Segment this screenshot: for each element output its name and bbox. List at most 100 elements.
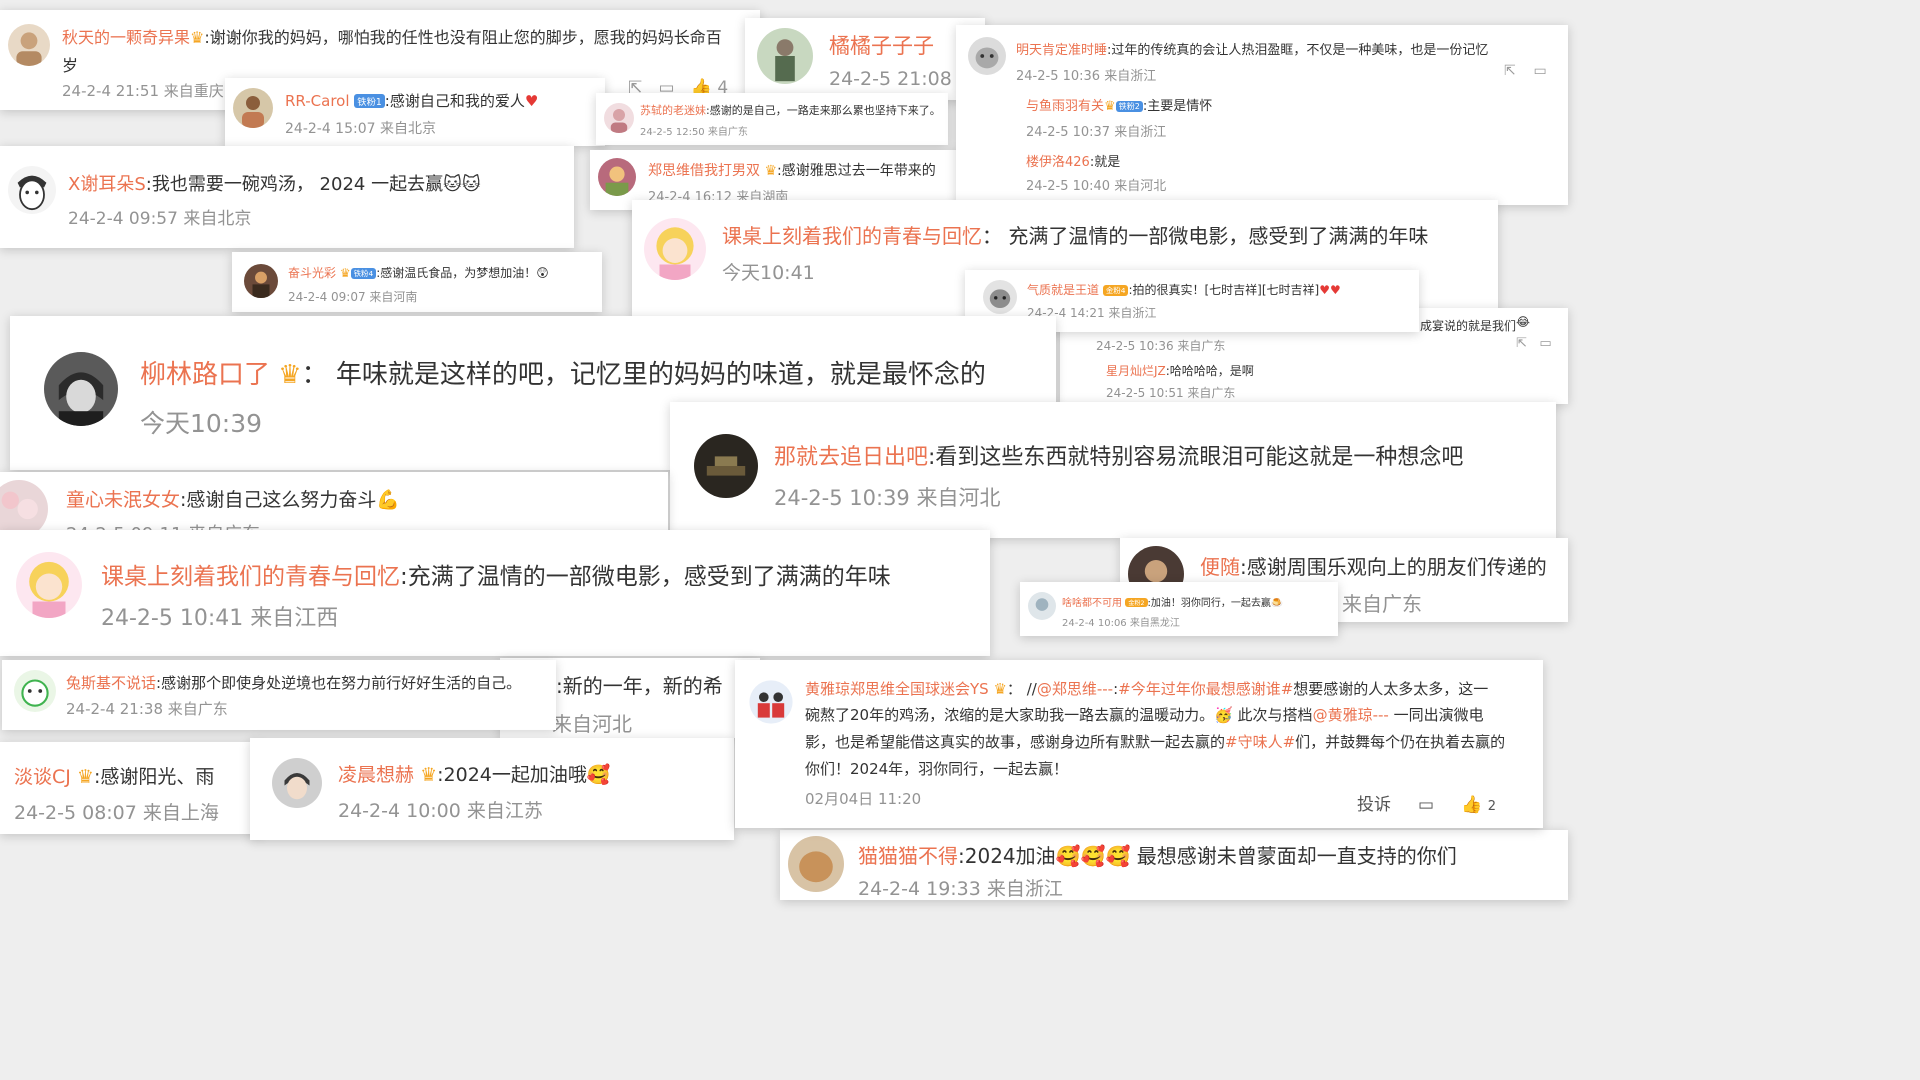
- share-icon[interactable]: ⇱: [1504, 63, 1516, 79]
- username[interactable]: 凌晨想赫: [338, 764, 414, 786]
- comment-card: 啥啥都不可用 金粉2:加油！羽你同行，一起去赢🍮 24-2-4 10:06 来自…: [1020, 582, 1338, 636]
- comment-text-continued: 岁: [62, 56, 79, 75]
- username[interactable]: 秋天的一颗奇异果: [62, 28, 190, 47]
- avatar[interactable]: [8, 24, 50, 66]
- reply-text: 与鱼雨羽有关♛ 铁粉2:主要是情怀: [1026, 99, 1213, 114]
- avatar[interactable]: [44, 352, 118, 426]
- mention-link[interactable]: @黄雅琼---: [1313, 706, 1389, 724]
- crown-icon: ♛: [420, 764, 438, 786]
- crown-icon: ♛: [339, 266, 351, 280]
- comment-text: X谢耳朵S:我也需要一碗鸡汤， 2024 一起去赢🐱🐱: [68, 174, 481, 195]
- timestamp: 24-2-5 10:40 来自河北: [1026, 179, 1167, 194]
- comment-icon[interactable]: ▭: [1418, 795, 1434, 815]
- action-icons: 投诉 ▭ 👍 2: [1357, 790, 1496, 815]
- username[interactable]: 柳林路口了: [140, 360, 270, 390]
- username[interactable]: 与鱼雨羽有关: [1026, 99, 1104, 114]
- comment-text: 黄雅琼郑思维全国球迷会YS ♛： //@郑思维---:#今年过年你最想感谢谁#想…: [805, 680, 1489, 698]
- timestamp: 24-2-4 09:57 来自北京: [68, 209, 252, 229]
- avatar[interactable]: [244, 264, 278, 298]
- avatar[interactable]: [747, 678, 795, 726]
- username[interactable]: 啥啥都不可用: [1062, 598, 1122, 609]
- username[interactable]: X谢耳朵S: [68, 174, 146, 195]
- avatar[interactable]: [788, 836, 844, 892]
- username[interactable]: 淡谈CJ: [14, 766, 71, 788]
- username[interactable]: 苏轼的老迷妹: [640, 104, 706, 117]
- username[interactable]: 楼伊洛426: [1026, 155, 1090, 170]
- timestamp: 24-2-5 08:07 来自上海: [14, 802, 219, 824]
- comment-text-continued: 碗熬了20年的鸡汤，浓缩的是大家助我一路去赢的温暖动力。🥳 此次与搭档@黄雅琼-…: [805, 706, 1484, 724]
- share-icon[interactable]: ⇱: [1516, 336, 1527, 351]
- comment-text: 猫猫猫不得:2024加油🥰🥰🥰 最想感谢未曾蒙面却一直支持的你们: [858, 844, 1457, 868]
- emoji: 🍮: [1270, 598, 1284, 609]
- crown-icon: ♛: [190, 28, 205, 47]
- username[interactable]: 便随: [1200, 555, 1240, 579]
- avatar[interactable]: [0, 480, 48, 532]
- action-icons: ⇱ ▭: [1516, 336, 1552, 351]
- username[interactable]: RR-Carol: [285, 92, 350, 110]
- timestamp: 24-2-4 10:00 来自江苏: [338, 800, 543, 822]
- hashtag-link[interactable]: #今年过年你最想感谢谁#: [1118, 680, 1293, 698]
- avatar[interactable]: [644, 218, 706, 280]
- username[interactable]: 猫猫猫不得: [858, 844, 958, 868]
- avatar[interactable]: [694, 434, 758, 498]
- hashtag-link[interactable]: #守味人#: [1225, 733, 1295, 751]
- avatar[interactable]: [233, 88, 273, 128]
- username[interactable]: 童心未泯女女: [66, 489, 180, 511]
- fan-badge: 铁粉4: [350, 267, 377, 279]
- username[interactable]: 那就去追日出吧: [774, 445, 928, 470]
- comment-text: 柳林路口了 ♛： 年味就是这样的吧，记忆里的妈妈的味道，就是最怀念的: [140, 360, 986, 390]
- fan-badge: 金粉4: [1102, 284, 1129, 296]
- comment-icon[interactable]: ▭: [1539, 336, 1551, 351]
- mention-link[interactable]: @郑思维---: [1037, 680, 1113, 698]
- timestamp: 来自河北: [552, 712, 632, 736]
- avatar[interactable]: [598, 158, 636, 196]
- username[interactable]: 兔斯基不说话: [66, 674, 156, 692]
- comment-text: 成宴说的就是我们: [1420, 319, 1517, 333]
- avatar[interactable]: [16, 552, 82, 618]
- comment-text: RR-Carol 铁粉1:感谢自己和我的爱人♥: [285, 92, 539, 110]
- comment-text-continued: 你们！2024年，羽你同行，一起去赢！: [805, 760, 1069, 778]
- username[interactable]: 明天肯定准时睡: [1016, 43, 1107, 58]
- avatar[interactable]: [983, 280, 1017, 314]
- fan-badge: 金粉2: [1125, 598, 1148, 608]
- username[interactable]: 星月灿烂JZ: [1106, 364, 1166, 378]
- username[interactable]: 郑思维借我打男双: [648, 163, 760, 179]
- username[interactable]: 课桌上刻着我们的青春与回忆: [722, 224, 982, 248]
- like-icon[interactable]: 👍: [1461, 795, 1482, 815]
- avatar[interactable]: [757, 28, 813, 84]
- fan-badge: 铁粉2: [1115, 100, 1143, 112]
- comment-card: 橘橘子子子 24-2-5 21:08: [745, 18, 985, 100]
- timestamp: 24-2-5 10:36 来自广东: [1096, 339, 1226, 353]
- username[interactable]: 黄雅琼郑思维全国球迷会YS: [805, 680, 989, 698]
- emoji: 🥰: [586, 764, 611, 786]
- comment-text: 苏轼的老迷妹:感谢的是自己，一路走来那么累也坚持下来了。: [640, 104, 941, 117]
- emoji: 😂: [1516, 315, 1531, 329]
- avatar[interactable]: [968, 37, 1006, 75]
- avatar[interactable]: [604, 103, 634, 133]
- comment-icon[interactable]: ▭: [1534, 63, 1547, 79]
- username[interactable]: 课桌上刻着我们的青春与回忆: [101, 564, 400, 590]
- comment-text: 课桌上刻着我们的青春与回忆:充满了温情的一部微电影，感受到了满满的年味: [101, 564, 891, 590]
- avatar[interactable]: [14, 670, 56, 712]
- comment-text: 秋天的一颗奇异果♛:谢谢你我的妈妈，哪怕我的任性也没有阻止您的脚步，愿我的妈妈长…: [62, 28, 722, 47]
- comment-card: 那就去追日出吧:看到这些东西就特别容易流眼泪可能这就是一种想念吧 24-2-5 …: [670, 402, 1556, 538]
- timestamp: 24-2-5 10:41 来自江西: [101, 606, 339, 631]
- timestamp: 24-2-4 21:38 来自广东: [66, 700, 228, 718]
- username[interactable]: 气质就是王道: [1027, 283, 1099, 297]
- username[interactable]: 奋斗光彩: [288, 266, 336, 280]
- avatar[interactable]: [272, 758, 322, 808]
- avatar[interactable]: [1028, 592, 1056, 620]
- username[interactable]: 橘橘子子子: [829, 30, 934, 60]
- comment-card: 淡谈CJ ♛:感谢阳光、雨 24-2-5 08:07 来自上海: [0, 742, 262, 834]
- timestamp: 24-2-4 15:07 来自北京: [285, 121, 436, 137]
- comment-card: 苏轼的老迷妹:感谢的是自己，一路走来那么累也坚持下来了。 24-2-5 12:5…: [596, 93, 948, 145]
- like-count: 2: [1487, 799, 1496, 814]
- report-button[interactable]: 投诉: [1357, 795, 1391, 815]
- timestamp: 今天10:41: [722, 262, 815, 284]
- timestamp: 24-2-5 21:08: [829, 68, 952, 90]
- timestamp: 24-2-4 10:06 来自黑龙江: [1062, 618, 1180, 629]
- emoji: 🐱🐱: [443, 174, 481, 195]
- comment-text: 奋斗光彩 ♛ 铁粉4:感谢温氏食品，为梦想加油！😲: [288, 266, 549, 280]
- heart-emoji: ♥♥: [1319, 283, 1341, 297]
- avatar[interactable]: [8, 166, 56, 214]
